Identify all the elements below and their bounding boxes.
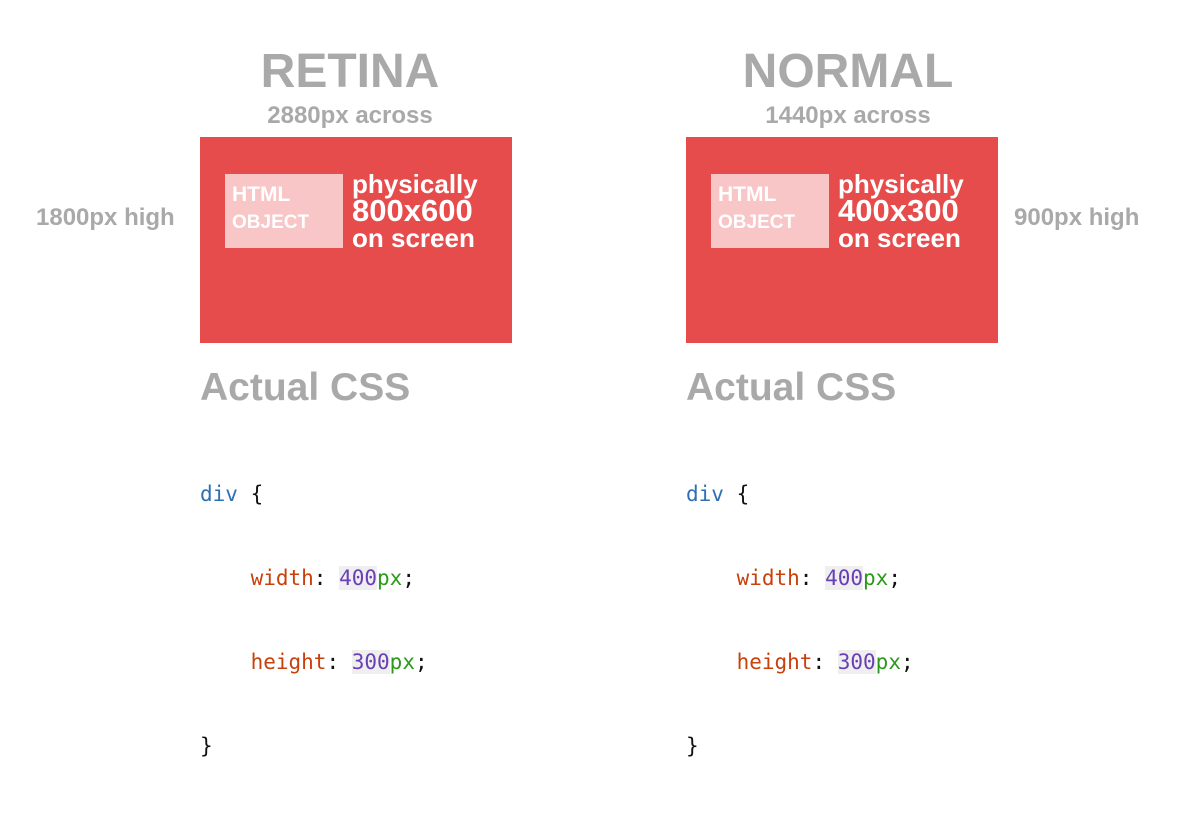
physical-size-value: 400x300	[838, 193, 959, 228]
actual-css-heading: Actual CSS	[686, 366, 897, 409]
code-line-width: width: 400px;	[250, 566, 415, 590]
code-line-height: height: 300px;	[736, 650, 914, 674]
code-open-brace: {	[736, 482, 750, 506]
code-selector: div	[200, 482, 238, 506]
html-object-box: HTML OBJECT	[225, 174, 343, 248]
actual-css-heading: Actual CSS	[200, 366, 411, 409]
object-label-html: HTML	[232, 183, 291, 206]
code-line-close: }	[200, 732, 428, 760]
code-close-brace: }	[686, 734, 699, 758]
code-line-close: }	[686, 732, 914, 760]
code-open-brace: {	[250, 482, 264, 506]
code-width-unit: px	[863, 566, 889, 590]
on-screen-label: on screen	[838, 223, 961, 253]
code-width-value: 400	[825, 566, 864, 590]
object-label-object: OBJECT	[718, 212, 796, 233]
code-close-brace: }	[200, 734, 213, 758]
code-height-unit: px	[389, 650, 415, 674]
css-code-block: div { width: 400px; height: 300px; }	[686, 424, 914, 816]
on-screen-label: on screen	[352, 223, 475, 253]
code-height-unit: px	[875, 650, 901, 674]
code-line-selector: div {	[686, 480, 914, 508]
physical-size-note: physically 800x600 on screen	[352, 171, 478, 251]
html-object-box: HTML OBJECT	[711, 174, 829, 248]
object-label-html: HTML	[718, 183, 777, 206]
css-code-block: div { width: 400px; height: 300px; }	[200, 424, 428, 816]
normal-title: NORMAL	[742, 45, 954, 98]
retina-height-label: 1800px high	[36, 204, 175, 231]
code-selector: div	[686, 482, 724, 506]
retina-screen: HTML OBJECT physically 800x600 on screen	[200, 137, 512, 343]
code-width-value: 400	[339, 566, 378, 590]
code-width-property: width	[250, 566, 314, 590]
normal-panel: NORMAL 1440px across 900px high HTML OBJ…	[600, 0, 1200, 758]
object-label-object: OBJECT	[232, 212, 310, 233]
code-line-height: height: 300px;	[250, 650, 428, 674]
code-height-value: 300	[351, 650, 390, 674]
code-width-property: width	[736, 566, 800, 590]
code-line-selector: div {	[200, 480, 428, 508]
code-width-unit: px	[377, 566, 403, 590]
retina-width-label: 2880px across	[267, 102, 433, 129]
code-height-property: height	[736, 650, 813, 674]
normal-screen: HTML OBJECT physically 400x300 on screen	[686, 137, 998, 343]
code-height-property: height	[250, 650, 327, 674]
retina-title: RETINA	[260, 45, 440, 98]
physical-size-note: physically 400x300 on screen	[838, 171, 964, 251]
code-height-value: 300	[837, 650, 876, 674]
physical-size-value: 800x600	[352, 193, 473, 228]
retina-panel: RETINA 2880px across 1800px high HTML OB…	[0, 0, 600, 758]
normal-width-label: 1440px across	[765, 102, 931, 129]
code-line-width: width: 400px;	[736, 566, 901, 590]
normal-height-label: 900px high	[1014, 204, 1140, 231]
